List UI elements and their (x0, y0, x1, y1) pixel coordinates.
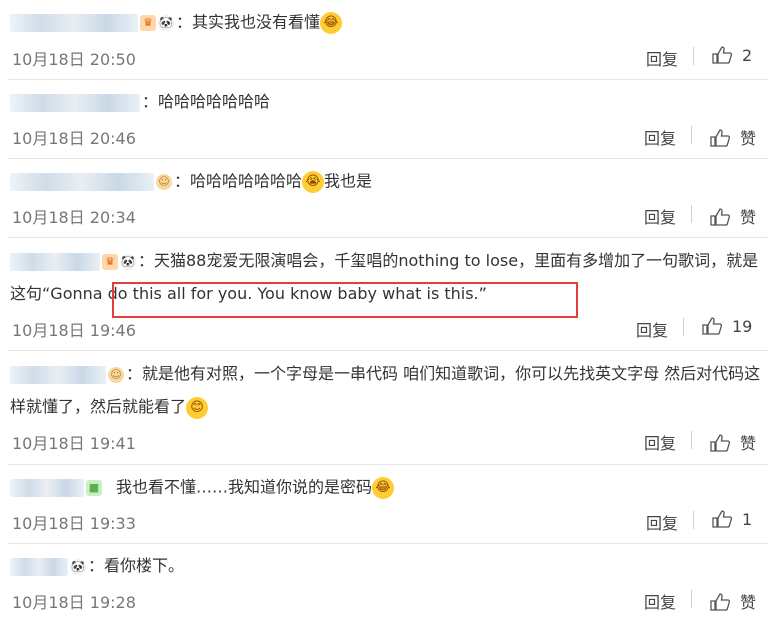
divider (691, 126, 692, 144)
like-button[interactable]: 赞 (710, 589, 756, 613)
divider (693, 47, 694, 65)
reply-button[interactable]: 回复 (644, 589, 676, 613)
thumbs-up-icon (702, 317, 722, 335)
reply-button[interactable]: 回复 (644, 204, 676, 228)
divider (691, 590, 692, 608)
smile-icon: 😊 (186, 396, 209, 419)
panda-badge-icon: 🐼 (70, 558, 86, 575)
laughing-tears-icon: 😂 (320, 12, 343, 34)
like-button[interactable]: 赞 (710, 430, 756, 454)
thumbs-up-icon (710, 593, 730, 611)
divider (693, 511, 694, 529)
like-button[interactable]: 2 (712, 46, 752, 65)
comment-body: ☺ ：就是他有对照，一个字母是一串代码 咱们知道歌词，你可以先找英文字母 然后对代… (10, 357, 764, 423)
laughing-tears-icon: 😂 (372, 477, 395, 499)
thumbs-up-icon (710, 129, 730, 147)
like-button[interactable]: 1 (712, 510, 752, 529)
thumbs-up-icon (710, 434, 730, 452)
green-badge-icon: ■ (86, 480, 102, 496)
comment-text-suffix: 我也是 (324, 171, 373, 191)
reply-button[interactable]: 回复 (646, 46, 678, 70)
like-button[interactable]: 赞 (710, 125, 756, 149)
comment-date: 10月18日 20:50 (12, 50, 136, 69)
reply-button[interactable]: 回复 (636, 317, 668, 341)
panda-badge-icon: 🐼 (120, 253, 136, 270)
username-blurred[interactable] (10, 14, 138, 32)
like-label: 赞 (740, 593, 757, 612)
comment-item: ：哈哈哈哈哈哈哈 10月18日 20:46 回复 赞 (0, 80, 776, 159)
comment-text: ：哈哈哈哈哈哈哈 (142, 92, 271, 111)
crown-badge-icon: ♛ (102, 253, 118, 270)
face-badge-icon: ☺ (156, 174, 172, 190)
thumbs-up-icon (710, 208, 730, 226)
comment-date: 10月18日 19:46 (12, 321, 136, 340)
divider (691, 431, 692, 449)
like-count: 1 (742, 510, 753, 529)
comment-date: 10月18日 20:34 (12, 208, 136, 227)
username-blurred[interactable] (10, 479, 84, 497)
like-count: 2 (742, 46, 753, 65)
highlight-annotation-box (112, 282, 578, 318)
comment-body: 🐼 ：看你楼下。 (10, 556, 764, 576)
thumbs-up-icon (712, 46, 732, 64)
like-button[interactable]: 19 (702, 317, 752, 336)
crown-badge-icon: ♛ (140, 15, 156, 31)
username-blurred[interactable] (10, 93, 140, 112)
panda-badge-icon: 🐼 (158, 15, 174, 31)
comment-date: 10月18日 19:28 (12, 593, 136, 612)
comment-item: ☺ ：就是他有对照，一个字母是一串代码 咱们知道歌词，你可以先找英文字母 然后对代… (0, 351, 776, 465)
comment-body: ：哈哈哈哈哈哈哈 (10, 92, 764, 112)
comment-text: ：看你楼下。 (88, 556, 185, 575)
crying-laugh-icon: 😭 (302, 171, 325, 193)
comment-body: ☺ ：哈哈哈哈哈哈哈 😭 我也是 (10, 171, 764, 193)
face-badge-icon: ☺ (108, 366, 124, 383)
reply-button[interactable]: 回复 (644, 430, 676, 454)
thumbs-up-icon (712, 510, 732, 528)
like-label: 赞 (740, 434, 757, 453)
comment-body: ♛ 🐼 ：其实我也没有看懂 😂 (10, 12, 764, 34)
comment-item: ♛ 🐼 ：其实我也没有看懂 😂 10月18日 20:50 回复 2 (0, 0, 776, 80)
divider (691, 205, 692, 223)
comment-text: 我也看不懂……我知道你说的是密码 (116, 477, 373, 497)
username-blurred[interactable] (10, 557, 68, 576)
comment-body: ■ 我也看不懂……我知道你说的是密码 😂 (10, 477, 764, 499)
like-count: 19 (732, 317, 753, 336)
comment-item: 🐼 ：看你楼下。 10月18日 19:28 回复 赞 (0, 544, 776, 623)
comment-item: ☺ ：哈哈哈哈哈哈哈 😭 我也是 10月18日 20:34 回复 赞 (0, 159, 776, 238)
reply-button[interactable]: 回复 (646, 510, 678, 534)
comment-item: ■ 我也看不懂……我知道你说的是密码 😂 10月18日 19:33 回复 1 (0, 465, 776, 544)
comment-date: 10月18日 20:46 (12, 129, 136, 148)
comment-date: 10月18日 19:41 (12, 434, 136, 453)
comment-text: ：哈哈哈哈哈哈哈 (174, 171, 303, 191)
username-blurred[interactable] (10, 173, 154, 191)
comment-text: ：其实我也没有看懂 (176, 12, 321, 32)
like-label: 赞 (740, 129, 757, 148)
like-button[interactable]: 赞 (710, 204, 756, 228)
username-blurred[interactable] (10, 365, 106, 384)
reply-button[interactable]: 回复 (644, 125, 676, 149)
comment-date: 10月18日 19:33 (12, 514, 136, 533)
divider (683, 318, 684, 336)
username-blurred[interactable] (10, 252, 100, 271)
like-label: 赞 (740, 208, 757, 227)
